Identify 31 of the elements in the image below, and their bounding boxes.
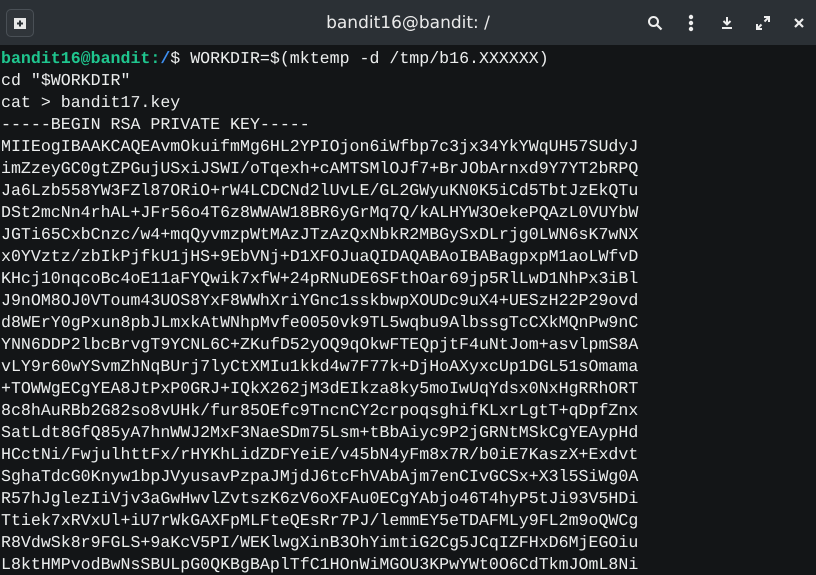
terminal-line: R8VdwSk8r9FGLS+9aKcV5PI/WEKlwgXinB3OhYimtiG2Cg5JCqIZFHxD6MjEGOiu — [1, 532, 640, 554]
expand-arrows-icon — [756, 16, 770, 30]
terminal-line: Ja6Lzb558YW3FZl87ORiO+rW4LCDCNd2lUvLE/GL2GWyuKN0K5iCd5TbtJzEkQTu — [1, 180, 640, 202]
terminal-line: x0YVztz/zbIkPjfkU1jHS+9EbVNj+D1XFOJuaQIDAQABAoIBABagpxpM1aoLWfvD — [1, 246, 640, 268]
terminal-line: Ttiek7xRVxUl+iU7rWkGAXFpMLFteQEsRr7PJ/lemmEY5eTDAFMLy9FL2m9oQWCg — [1, 510, 640, 532]
terminal-line: +TOWWgECgYEA8JtPxP0GRJ+IQkX262jM3dEIkza8ky5moIwUqYdsx0NxHgRRhORT — [1, 378, 640, 400]
terminal-line: JGTi65CxbCnzc/w4+mqQyvmzpWtMAzJTzAzQxNbkR2MBGySxDLrjg0LWN6sK7wNX — [1, 224, 640, 246]
terminal-line: SatLdt8GfQ85yA7hnWWJ2MxF3NaeSDm75Lsm+tBbAiyc9P2jGRNtMSkCgYEAypHd — [1, 422, 640, 444]
terminal-line: R57hJglezIiVjv3aGwHwvlZvtszK6zV6oXFAu0ECgYAbjo46T4hyP5tJi93V5HDi — [1, 488, 640, 510]
kebab-menu-icon — [688, 14, 694, 32]
terminal-line: cd "$WORKDIR" — [1, 70, 132, 92]
terminal-line: imZzeyGC0gtZPGujUSxiJSWI/oTqexh+cAMTSMlOJf7+BrJObArnxd9Y7YT2bRPQ — [1, 158, 640, 180]
terminal-line: YNN6DDP2lbcBrvgT9YCNL6C+ZKufD52yOQ9qOkwFTEQpjtF4uNtJom+asvlpmS8A — [1, 334, 640, 356]
close-icon — [794, 18, 804, 28]
terminal-line: SghaTdcG0Knyw1bpJVyusavPzpaJMjdJ6tcFhVAbAjm7enCIvGCSx+X3l5SiWg0A — [1, 466, 640, 488]
prompt-line: bandit16@bandit:/$ WORKDIR=$(mktemp -d /tmp/b16.XXXXXX) — [1, 48, 550, 70]
window-title: bandit16@bandit: / — [326, 12, 490, 32]
terminal-line: d8WErY0gPxun8pbJLmxkAtWNhpMvfe0050vk9TL5wqbu9AlbssgTcCXkMQnPw9nC — [1, 312, 640, 334]
terminal-line: L8ktHMPvodBwNsSBULpG0QKBgBAplTfC1HOnWiMGOU3KPwYWt0O6CdTkmJOmL8Ni — [1, 554, 640, 575]
new-tab-button[interactable] — [6, 8, 34, 36]
terminal-line: KHcj10nqcoBc4oE11aFYQwik7xfW+24pRNuDE6SFthOar69jp5RlLwD1NhPx3iBl — [1, 268, 640, 290]
terminal-line: HCctNi/FwjulhttFx/rHYKhLidZDFYeiE/v45bN4yFm8x7R/b0iE7KaszX+Exdvt — [1, 444, 640, 466]
terminal-line: cat > bandit17.key — [1, 92, 182, 114]
terminal-line: 8c8hAuRBb2G82so8vUHk/fur85OEfc9TncnCY2crpoqsghifKLxrLgtT+qDpfZnx — [1, 400, 640, 422]
download-icon — [721, 16, 733, 28]
terminal-line: DSt2mcNn4rhAL+JFr56o4T6z8WWAW18BR6yGrMq7Q/kALHYW3OekePQAzL0VUYbW — [1, 202, 640, 224]
terminal-line: J9nOM8OJ0VToum43UOS8YxF8WWhXriYGnc1sskbwpXOUDc9uX4+UESzH22P29ovd — [1, 290, 640, 312]
search-icon — [647, 14, 663, 30]
terminal-line: -----BEGIN RSA PRIVATE KEY----- — [1, 114, 311, 136]
terminal-line: MIIEogIBAAKCAQEAvmOkuifmMg6HL2YPIOjon6iWfbp7c3jx34YkYWqUH57SUdyJ — [1, 136, 640, 158]
terminal-line: vLY9r60wYSvmZhNqBUrj7lyCtXMIu1kkd4w7F77k+DjHoAXyxcUp1DGL51sOmama — [1, 356, 640, 378]
